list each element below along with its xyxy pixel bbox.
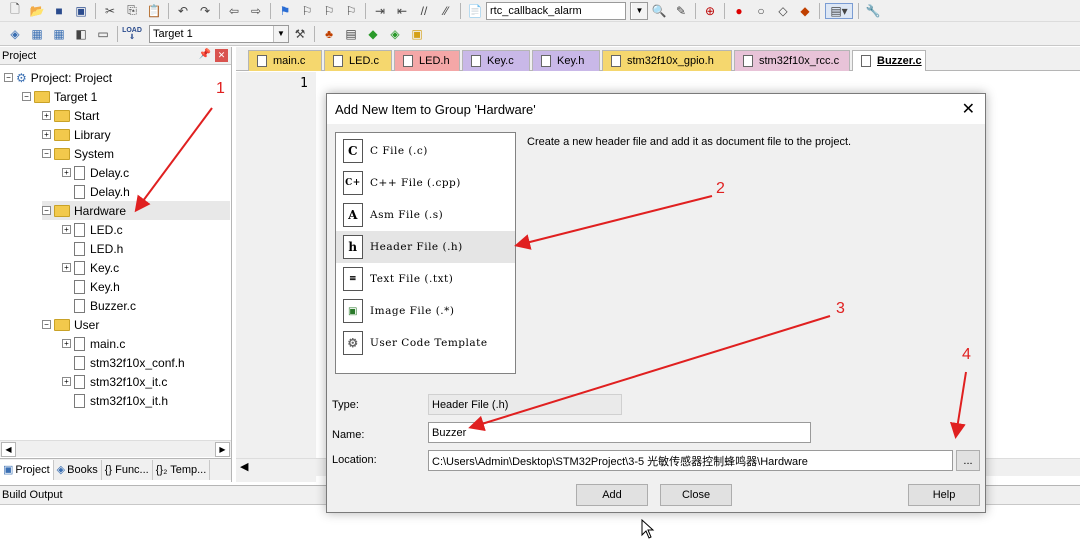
annotation-overlay — [134, 107, 967, 439]
annotation-number-1: 1 — [216, 80, 225, 97]
annotation-arrow-2 — [514, 195, 713, 250]
mouse-cursor-icon — [641, 519, 655, 539]
annotation-number-3: 3 — [836, 300, 845, 317]
annotation-arrow-4 — [949, 371, 967, 439]
annotation-number-4: 4 — [962, 346, 971, 363]
annotation-arrow-1 — [134, 107, 213, 213]
annotation-number-2: 2 — [716, 180, 725, 197]
annotation-arrow-3 — [468, 315, 831, 432]
